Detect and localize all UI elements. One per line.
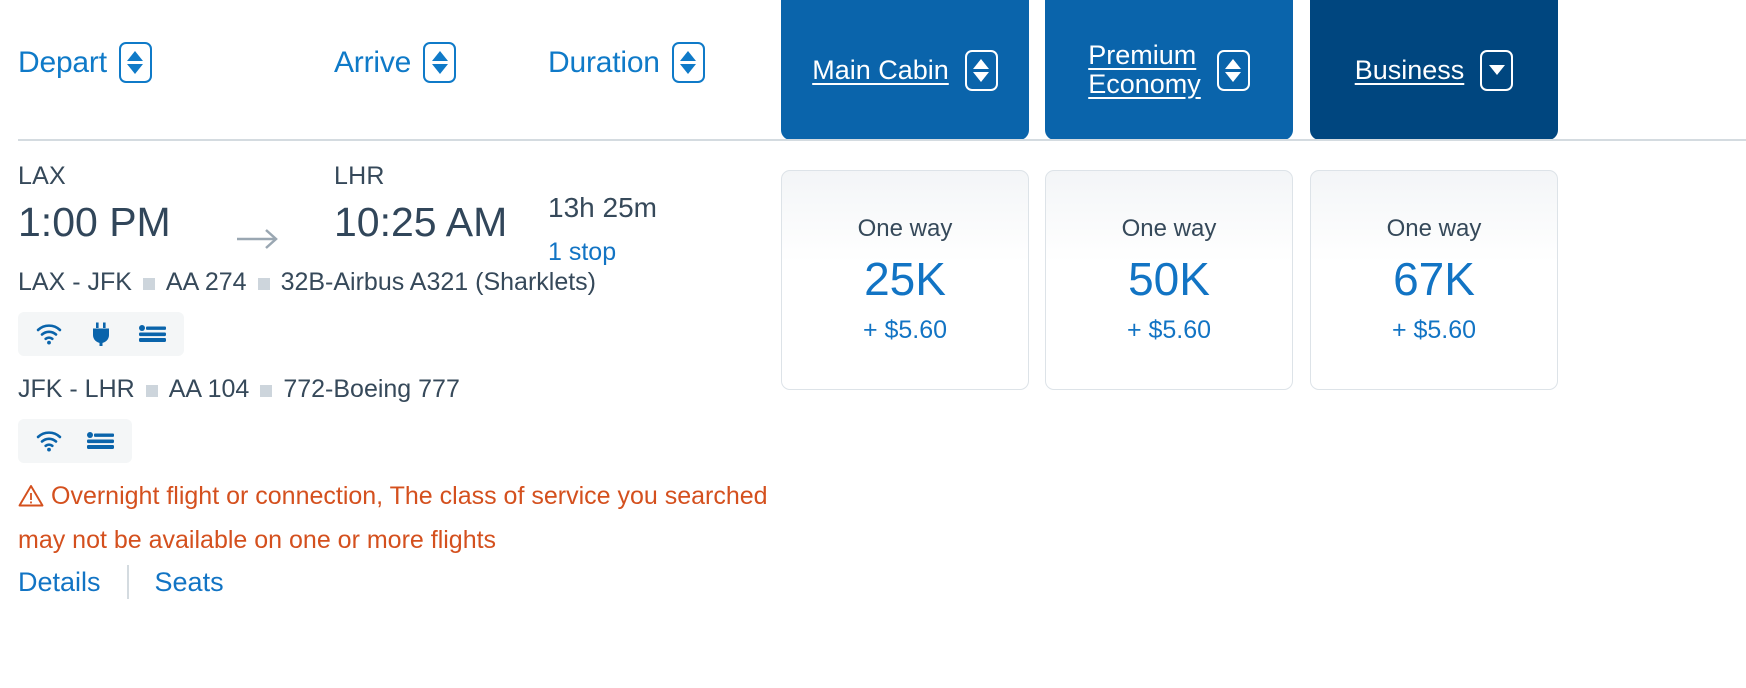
- cabin-tab-business[interactable]: Business: [1310, 0, 1558, 140]
- details-link[interactable]: Details: [18, 567, 101, 598]
- sort-down-icon[interactable]: [1480, 49, 1514, 91]
- lie-flat-seat-icon: [138, 321, 168, 347]
- price-card-tax: + $5.60: [1126, 316, 1212, 344]
- flight-duration: 13h 25m: [548, 192, 657, 223]
- flight-warning: Overnight flight or connection, The clas…: [18, 476, 774, 561]
- triangle-down-icon: [127, 64, 144, 74]
- results-header: Depart Arrive Duration Main Cabin Premiu…: [0, 0, 1746, 140]
- price-card-trip-type: One way: [1386, 215, 1482, 242]
- departure-airport-code: LAX: [18, 162, 66, 190]
- price-card-miles: 50K: [1128, 253, 1210, 305]
- separator-square: [257, 277, 270, 290]
- segment-2-route: JFK - LHR: [18, 375, 135, 403]
- flight-warning-text: Overnight flight or connection, The clas…: [18, 482, 768, 554]
- wifi-icon: [34, 428, 64, 454]
- lie-flat-seat-icon: [86, 428, 116, 454]
- segment-1-flight-number: AA 274: [165, 268, 247, 296]
- sort-header-depart-label: Depart: [18, 45, 107, 79]
- triangle-up-icon: [431, 51, 448, 61]
- segment-1-amenities: [18, 312, 184, 356]
- route-summary: LAX 1:00 PM LHR 10:25 AM 13h 25m 1 stop: [18, 164, 758, 274]
- segment-2-amenities: [18, 419, 132, 463]
- triangle-up-icon: [127, 51, 144, 61]
- warning-triangle-icon: [18, 479, 44, 520]
- price-card-business[interactable]: One way 67K + $5.60: [1310, 170, 1558, 390]
- triangle-down-icon: [973, 71, 990, 82]
- segment-1-route: LAX - JFK: [18, 268, 132, 296]
- arrow-right-icon: [235, 227, 283, 251]
- price-card-tax: + $5.60: [862, 316, 948, 344]
- flight-action-links: Details Seats: [18, 565, 224, 599]
- seats-link[interactable]: Seats: [155, 567, 224, 598]
- sort-header-arrive[interactable]: Arrive: [334, 42, 457, 83]
- cabin-tab-main-cabin-label: Main Cabin: [812, 54, 949, 85]
- flight-details: LAX 1:00 PM LHR 10:25 AM 13h 25m 1 stop …: [0, 140, 781, 688]
- sort-header-depart[interactable]: Depart: [18, 42, 152, 83]
- sort-updown-icon[interactable]: [1216, 49, 1250, 91]
- separator-square: [145, 384, 158, 397]
- arrival-time: 10:25 AM: [334, 199, 508, 245]
- segment-1-info: LAX - JFK AA 274 32B-Airbus A321 (Sharkl…: [18, 268, 596, 297]
- separator-square: [142, 277, 155, 290]
- sort-updown-icon[interactable]: [423, 42, 457, 83]
- power-outlet-icon: [86, 321, 116, 347]
- departure-time: 1:00 PM: [18, 199, 171, 245]
- triangle-down-icon: [1225, 71, 1242, 82]
- price-card-miles: 25K: [864, 253, 946, 305]
- cabin-tab-premium-economy[interactable]: Premium Economy: [1045, 0, 1293, 140]
- duration-block: 13h 25m 1 stop: [548, 194, 657, 265]
- cabin-tab-main-cabin[interactable]: Main Cabin: [781, 0, 1029, 140]
- sort-header-duration-label: Duration: [548, 45, 660, 79]
- price-card-premium-economy[interactable]: One way 50K + $5.60: [1045, 170, 1293, 390]
- flight-result-row: Depart Arrive Duration Main Cabin Premiu…: [0, 0, 1746, 688]
- price-card-main-cabin[interactable]: One way 25K + $5.60: [781, 170, 1029, 390]
- separator-square: [260, 384, 273, 397]
- triangle-down-icon: [680, 64, 697, 74]
- triangle-up-icon: [973, 58, 990, 69]
- triangle-up-icon: [680, 51, 697, 61]
- departure-endpoint: LAX 1:00 PM: [18, 164, 171, 243]
- triangle-up-icon: [1225, 58, 1242, 69]
- price-card-trip-type: One way: [857, 215, 953, 242]
- sort-header-arrive-label: Arrive: [334, 45, 412, 79]
- segment-2-flight-number: AA 104: [168, 375, 250, 403]
- segment-2-info: JFK - LHR AA 104 772-Boeing 777: [18, 375, 460, 404]
- wifi-icon: [34, 321, 64, 347]
- triangle-down-icon: [1488, 65, 1505, 75]
- sort-updown-icon[interactable]: [964, 49, 998, 91]
- cabin-tab-premium-economy-label: Premium Economy: [1088, 40, 1201, 99]
- sort-updown-icon[interactable]: [118, 42, 152, 83]
- segment-2-aircraft: 772-Boeing 777: [283, 375, 460, 403]
- triangle-down-icon: [431, 64, 448, 74]
- segment-1-aircraft: 32B-Airbus A321 (Sharklets): [280, 268, 596, 296]
- sort-header-duration[interactable]: Duration: [548, 42, 705, 83]
- stops-link[interactable]: 1 stop: [548, 240, 657, 265]
- arrival-airport-code: LHR: [334, 162, 385, 190]
- price-card-trip-type: One way: [1121, 215, 1217, 242]
- cabin-tab-business-label: Business: [1354, 54, 1465, 85]
- sort-updown-icon[interactable]: [671, 42, 705, 83]
- price-card-miles: 67K: [1393, 253, 1475, 305]
- price-card-tax: + $5.60: [1391, 316, 1477, 344]
- link-divider: [126, 565, 129, 599]
- arrival-endpoint: LHR 10:25 AM: [334, 164, 507, 243]
